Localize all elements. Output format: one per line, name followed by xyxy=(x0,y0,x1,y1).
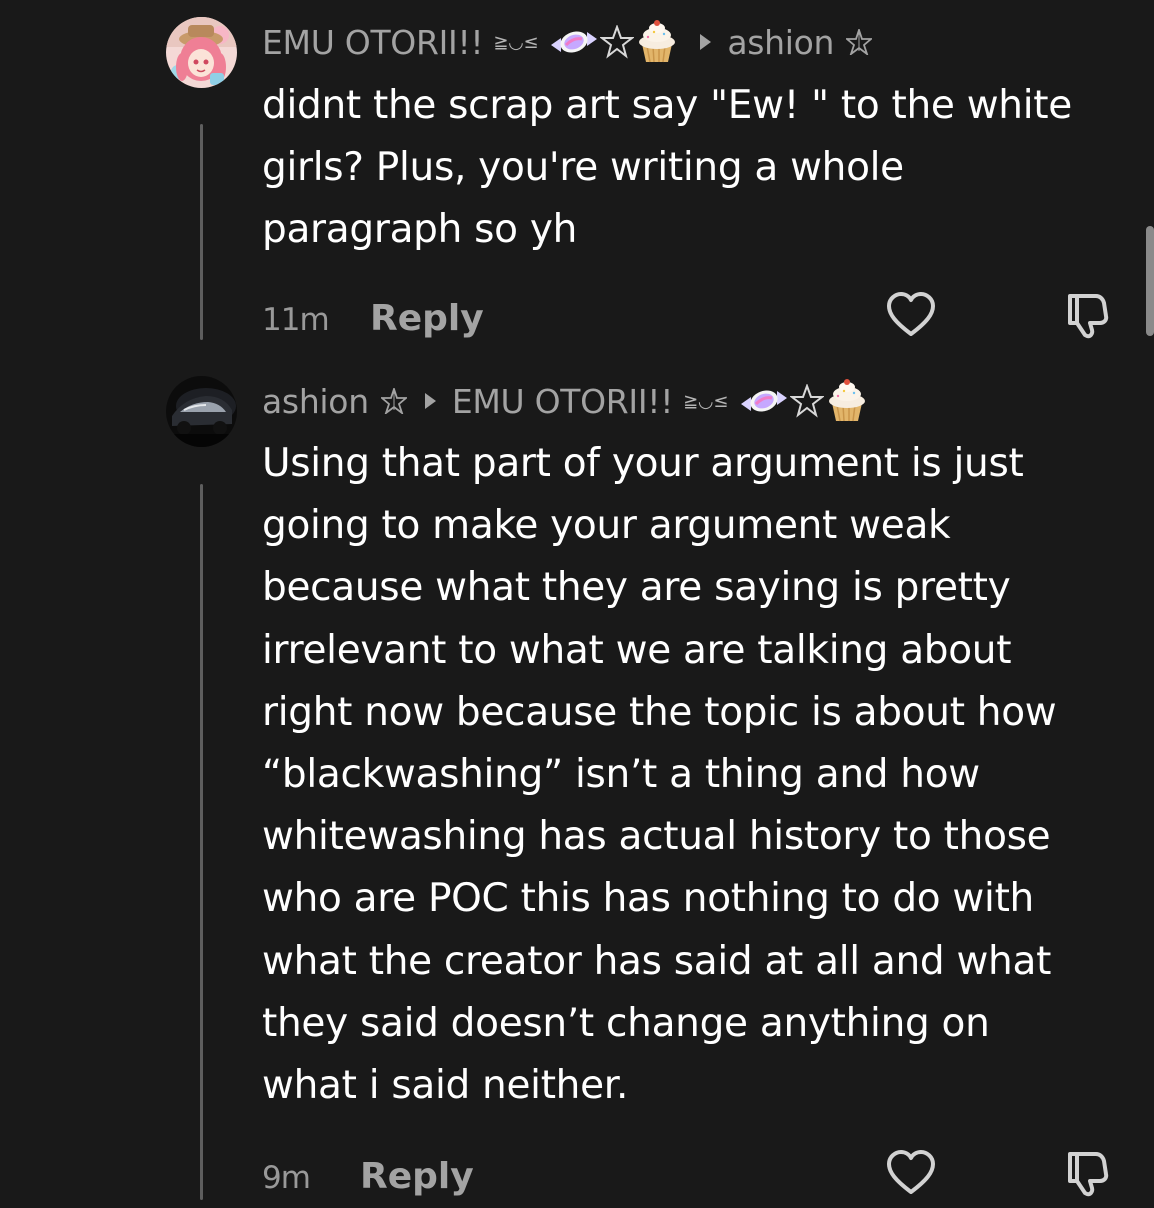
text-line: they said doesn’t change anything on xyxy=(262,1000,990,1046)
reply-to-name[interactable]: EMU OTORII!! xyxy=(452,382,674,421)
comment-text: Using that part of your argument is just… xyxy=(262,433,1142,1117)
heart-icon[interactable] xyxy=(885,1148,937,1198)
dark-car-avatar-icon xyxy=(166,376,237,447)
text-line: going to make your argument weak xyxy=(262,503,951,549)
text-line: irrelevant to what we are talking about xyxy=(262,627,1012,673)
comment-header: ashion EMU OTORII!! ≧◡≤ xyxy=(262,375,868,427)
thread-line xyxy=(200,484,203,1200)
timestamp: 9m xyxy=(262,1160,311,1196)
text-line: whitewashing has actual history to those xyxy=(262,814,1051,860)
scrollbar[interactable] xyxy=(1146,226,1154,336)
kaomoji: ≧◡≤ xyxy=(683,390,729,412)
pentagram-icon xyxy=(380,388,407,414)
text-line: right now because the topic is about how xyxy=(262,689,1057,735)
text-line: “blackwashing” isn’t a thing and how xyxy=(262,752,980,798)
dislike-icon[interactable] xyxy=(1062,1148,1112,1198)
author-name[interactable]: ashion xyxy=(262,382,369,421)
text-line: what the creator has said at all and wha… xyxy=(262,938,1052,984)
reply-arrow-icon xyxy=(424,393,436,409)
text-line: what i said neither. xyxy=(262,1063,629,1109)
reply-button[interactable]: Reply xyxy=(360,1156,474,1197)
cupcake-icon xyxy=(829,379,866,422)
comment-footer: 9m Reply xyxy=(262,1148,1154,1208)
candy-icon xyxy=(741,390,788,412)
text-line: who are POC this has nothing to do with xyxy=(262,876,1034,922)
text-line: because what they are saying is pretty xyxy=(262,565,1011,611)
comment-2: ashion EMU OTORII!! ≧◡≤ Using that part … xyxy=(0,0,1154,1200)
star-icon xyxy=(790,384,825,418)
avatar[interactable] xyxy=(166,376,237,447)
text-line: Using that part of your argument is just xyxy=(262,441,1024,486)
